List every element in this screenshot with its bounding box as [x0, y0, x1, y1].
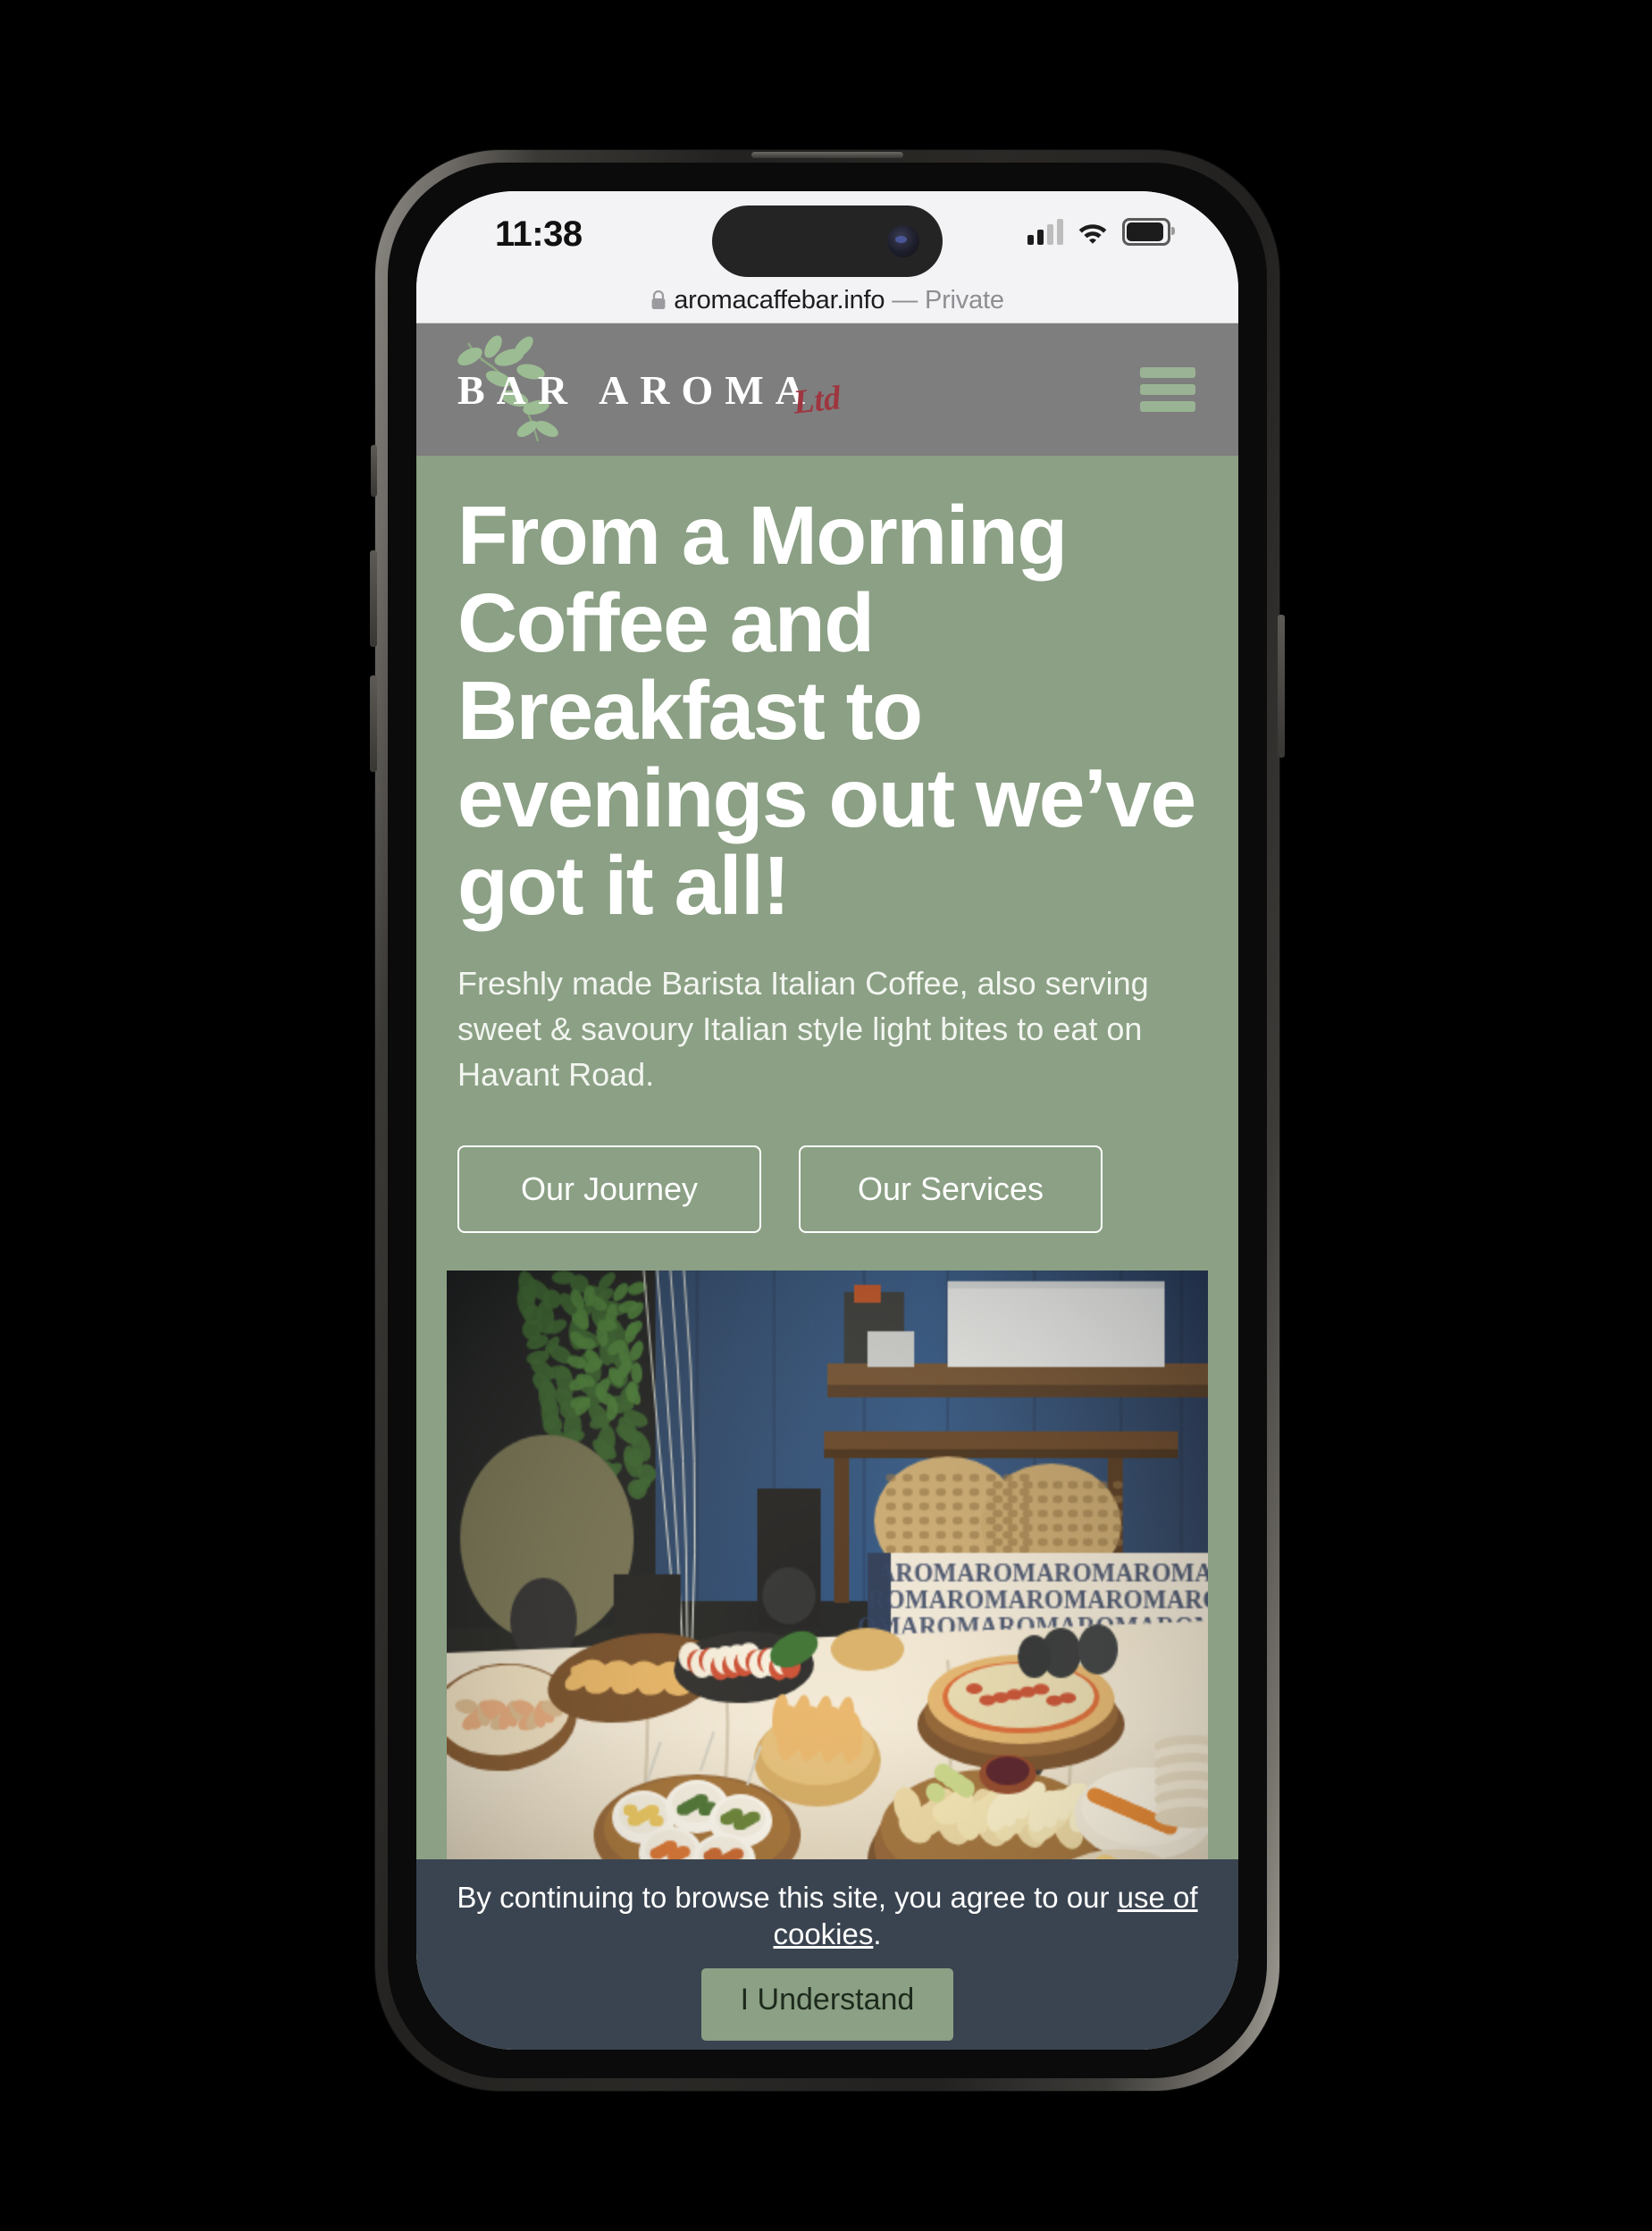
cookie-text-after: . — [873, 1916, 882, 1950]
hero-section: From a Morning Coffee and Breakfast to e… — [416, 456, 1238, 1233]
browser-chrome: 11:38 aromacaffebar.info — Private — [416, 191, 1238, 323]
phone-device-frame: 11:38 aromacaffebar.info — Private BAR A… — [370, 150, 1285, 2091]
address-bar-private-label: — Private — [892, 285, 1004, 315]
cellular-signal-icon — [1027, 218, 1063, 245]
dynamic-island — [712, 205, 943, 277]
cookie-consent-banner: By continuing to browse this site, you a… — [416, 1858, 1238, 2050]
site-header: BAR AROMA Ltd — [416, 323, 1238, 456]
silent-switch-button[interactable] — [371, 445, 377, 497]
cookie-consent-text: By continuing to browse this site, you a… — [441, 1879, 1213, 1953]
status-bar-clock: 11:38 — [495, 214, 583, 254]
our-services-button[interactable]: Our Services — [799, 1145, 1103, 1233]
battery-fill-level — [1127, 222, 1163, 241]
phone-screen: 11:38 aromacaffebar.info — Private BAR A… — [416, 191, 1238, 2050]
phone-inner-bezel: 11:38 aromacaffebar.info — Private BAR A… — [388, 163, 1267, 2078]
hero-headline: From a Morning Coffee and Breakfast to e… — [457, 489, 1196, 933]
address-bar-url: aromacaffebar.info — [674, 285, 885, 315]
hero-subtitle: Freshly made Barista Italian Coffee, als… — [457, 964, 1149, 1093]
power-button[interactable] — [1278, 615, 1285, 758]
battery-icon — [1122, 218, 1175, 246]
volume-down-button[interactable] — [370, 675, 377, 772]
cookie-text-before: By continuing to browse this site, you a… — [457, 1880, 1118, 1914]
wifi-icon — [1078, 223, 1107, 244]
buffet-table-photo-canvas — [447, 1270, 1208, 1860]
site-logo[interactable]: BAR AROMA Ltd — [447, 323, 843, 456]
status-bar-indicators — [1027, 218, 1175, 246]
address-bar[interactable]: aromacaffebar.info — Private — [416, 277, 1238, 323]
webpage-viewport: BAR AROMA Ltd From a Morning Coffee and … — [416, 323, 1238, 2050]
status-bar: 11:38 — [416, 191, 1238, 279]
hamburger-bar — [1140, 367, 1195, 378]
earpiece-speaker-slit — [751, 152, 903, 158]
lock-icon — [651, 290, 666, 309]
hamburger-menu-icon[interactable] — [1140, 367, 1195, 412]
buffet-table-photo — [447, 1270, 1208, 1860]
hamburger-bar — [1140, 384, 1195, 395]
volume-up-button[interactable] — [370, 550, 377, 647]
hero-cta-group: Our Journey Our Services — [457, 1145, 1197, 1233]
hamburger-bar — [1140, 401, 1195, 412]
site-logo-wordmark: BAR AROMA — [457, 366, 817, 413]
front-camera-icon — [887, 225, 919, 257]
our-journey-button[interactable]: Our Journey — [457, 1145, 761, 1233]
site-logo-suffix: Ltd — [791, 379, 843, 422]
i-understand-button[interactable]: I Understand — [700, 1968, 954, 2041]
